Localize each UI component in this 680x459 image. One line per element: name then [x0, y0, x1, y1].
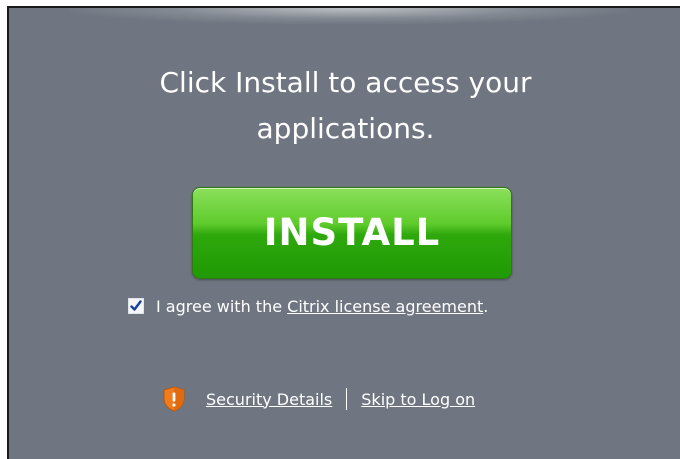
license-agree-checkbox[interactable]: [128, 298, 144, 314]
checkmark-icon: [130, 300, 142, 311]
skip-to-log-on-link[interactable]: Skip to Log on: [361, 390, 475, 409]
security-details-link[interactable]: Security Details: [206, 390, 332, 409]
license-agreement-row: I agree with the Citrix license agreemen…: [128, 294, 488, 318]
install-prompt-line-1: Click Install to access your: [159, 66, 532, 99]
footer-divider: [346, 388, 348, 410]
license-agree-period: .: [483, 296, 489, 316]
citrix-license-agreement-link[interactable]: Citrix license agreement: [287, 297, 483, 316]
install-prompt: Click Install to access your application…: [9, 60, 680, 152]
shield-warning-icon: [163, 386, 185, 412]
install-panel: Click Install to access your application…: [7, 6, 680, 459]
install-prompt-line-2: applications.: [256, 112, 435, 145]
footer-links: Security Details Skip to Log on: [162, 385, 475, 413]
license-agree-text: I agree with the: [156, 296, 288, 316]
install-button[interactable]: INSTALL: [192, 187, 512, 279]
top-glow: [69, 8, 629, 24]
